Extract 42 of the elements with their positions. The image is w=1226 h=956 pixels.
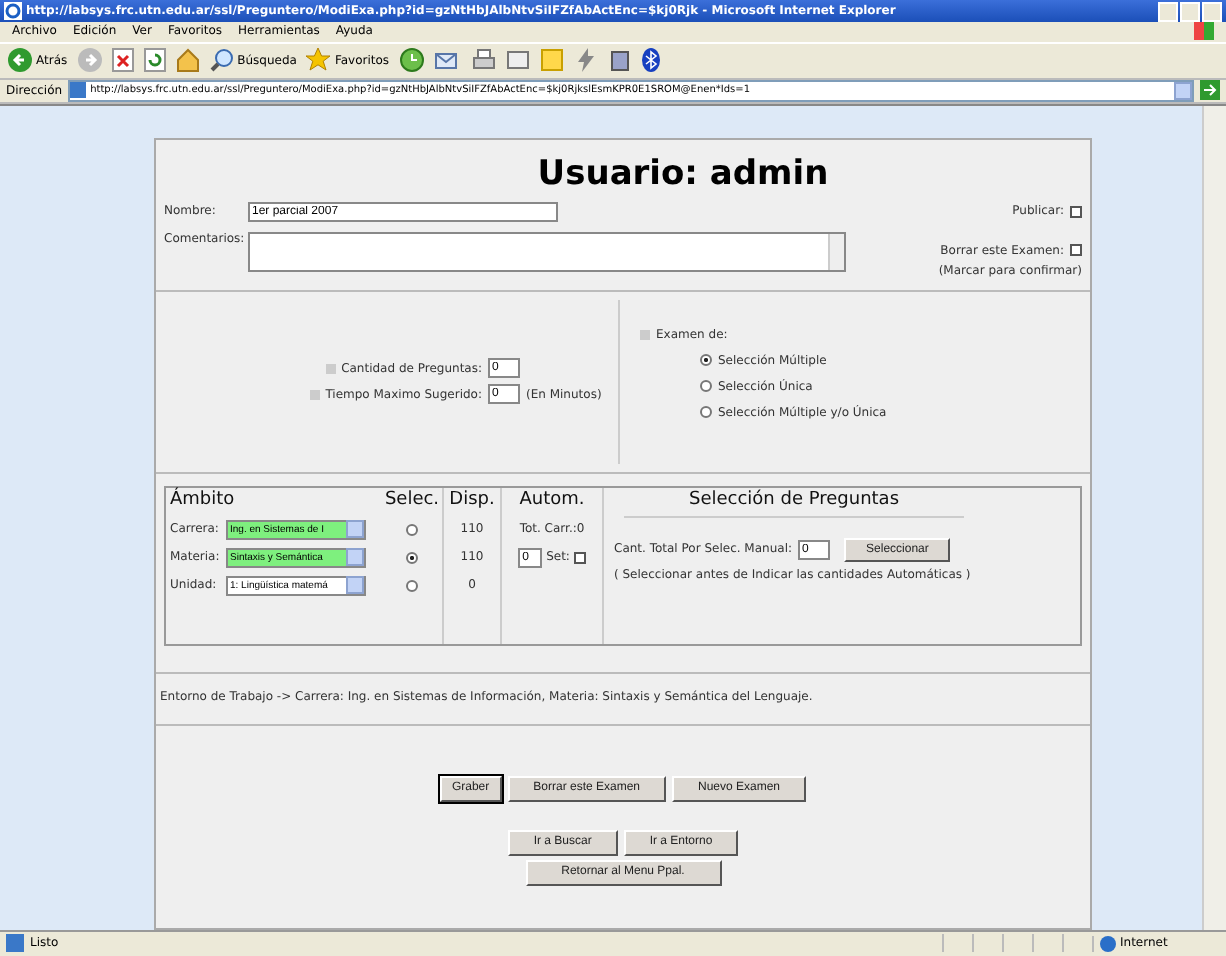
delete-checkbox[interactable] <box>1070 244 1082 257</box>
print-icon[interactable] <box>471 48 496 73</box>
page-icon <box>6 934 24 953</box>
bullet-icon <box>325 363 336 374</box>
scrollbar[interactable] <box>828 233 844 270</box>
minimize-button[interactable] <box>1158 1 1178 22</box>
bluetooth-icon[interactable] <box>641 48 660 73</box>
column-header: Selección de Preguntas <box>624 489 964 518</box>
radio-button[interactable] <box>700 354 712 367</box>
column-header: Ámbito <box>170 489 237 514</box>
history-icon[interactable] <box>399 48 424 73</box>
page-icon <box>70 82 87 99</box>
scrollbar[interactable] <box>1202 105 1226 930</box>
set-checkbox[interactable] <box>573 551 586 564</box>
star-icon <box>306 48 331 73</box>
comments-field[interactable] <box>248 231 846 272</box>
radio-button[interactable] <box>406 579 418 592</box>
radio-button[interactable] <box>700 406 712 419</box>
document-icon[interactable] <box>505 48 530 73</box>
go-icon[interactable] <box>1200 80 1220 101</box>
lightning-icon[interactable] <box>573 48 598 73</box>
windows-logo-icon <box>1194 22 1214 41</box>
home-icon[interactable] <box>175 48 200 73</box>
search-icon <box>209 48 234 73</box>
radio-button[interactable] <box>700 380 712 393</box>
refresh-icon[interactable] <box>143 48 166 73</box>
globe-icon <box>1100 935 1116 952</box>
close-button[interactable] <box>1202 1 1222 22</box>
radio-button[interactable] <box>406 523 418 536</box>
back-arrow-icon <box>8 48 32 73</box>
page-heading: Usuario: admin <box>535 153 831 194</box>
maximize-button[interactable] <box>1180 1 1200 22</box>
bullet-icon <box>309 389 320 400</box>
bullet-icon <box>640 329 650 340</box>
radio-button[interactable] <box>406 551 418 564</box>
column-header: Selec. <box>382 489 442 514</box>
column-header: Autom. <box>517 489 587 514</box>
mail-icon[interactable] <box>433 48 462 73</box>
browser-icon <box>4 2 22 21</box>
publish-checkbox[interactable] <box>1070 205 1082 218</box>
stop-icon[interactable] <box>111 48 134 73</box>
column-header: Disp. <box>447 489 497 514</box>
